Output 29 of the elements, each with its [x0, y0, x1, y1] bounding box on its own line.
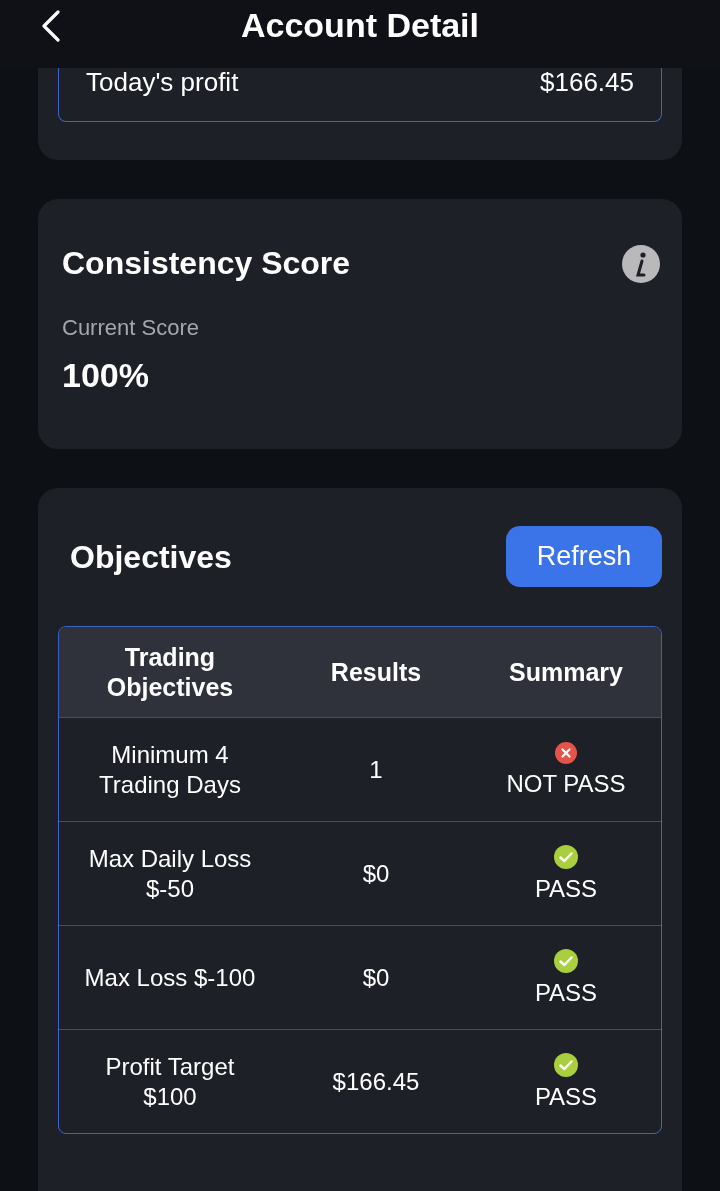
table-cell-text: Profit Target $100 [104, 1051, 236, 1112]
profit-label: Today's profit [86, 65, 239, 99]
table-cell-text: Max Loss $-100 [83, 962, 257, 993]
check-icon [554, 844, 578, 869]
page-title: Account Detail [240, 4, 479, 46]
status-label: NOT PASS [506, 769, 626, 798]
check-icon [554, 1052, 578, 1077]
profit-value: $166.45 [540, 65, 634, 99]
status-label: PASS [534, 874, 598, 903]
status-label: PASS [534, 978, 598, 1007]
section-title: Consistency Score [62, 244, 351, 283]
check-icon [554, 948, 578, 973]
score-label: Current Score [62, 314, 199, 342]
back-icon [41, 10, 61, 42]
table-cell-text: $166.45 [332, 1066, 420, 1097]
score-value: 100% [62, 355, 149, 396]
table-cell-text: Max Daily Loss $-50 [87, 843, 253, 904]
status-label: PASS [534, 1082, 598, 1111]
table-cell-text: Minimum 4 Trading Days [98, 739, 242, 800]
table-cell-text: $0 [362, 962, 390, 993]
cross-icon [555, 741, 577, 764]
refresh-button[interactable]: Refresh [506, 526, 662, 587]
table-cell-text: 1 [369, 754, 383, 785]
column-header: Summary [508, 657, 624, 687]
column-header: Trading Objectives [105, 642, 235, 702]
column-header: Results [329, 657, 423, 687]
section-title: Objectives [70, 537, 232, 577]
table-cell-text: $0 [362, 858, 390, 889]
info-icon[interactable] [622, 245, 660, 283]
